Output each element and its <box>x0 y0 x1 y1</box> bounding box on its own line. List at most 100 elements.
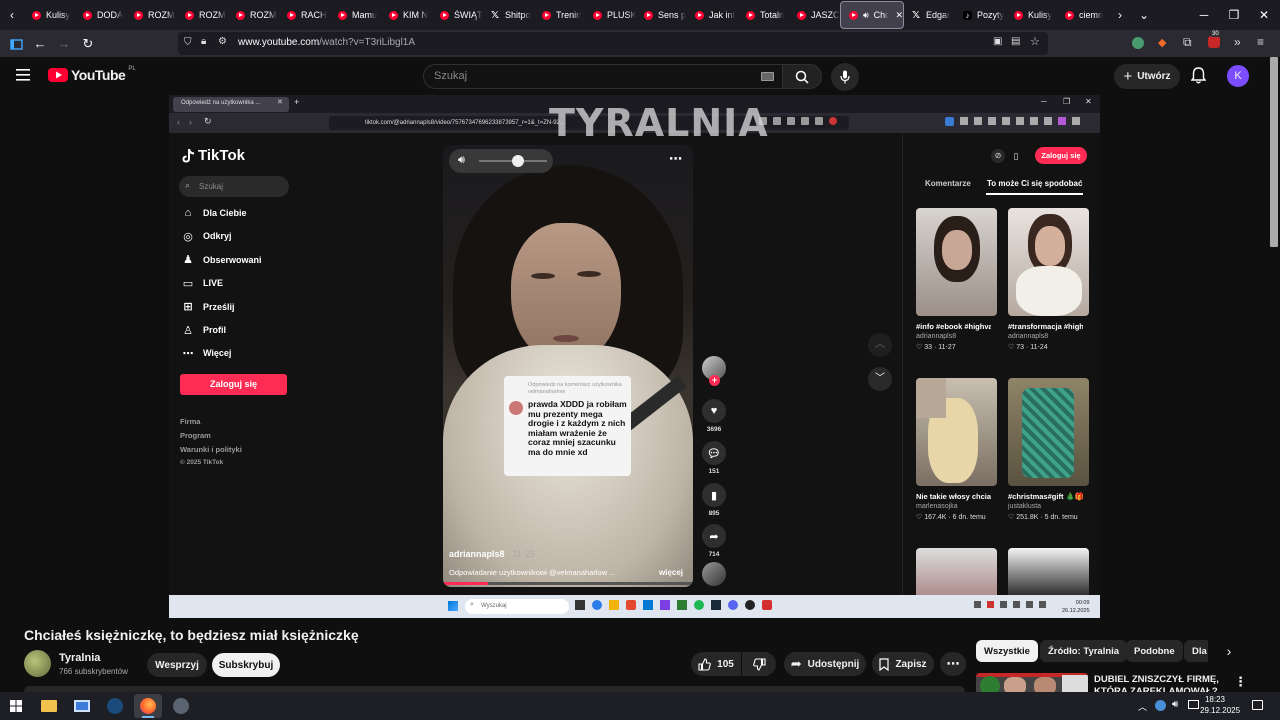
recommended-more-icon[interactable]: ⋮ <box>1234 674 1247 690</box>
restore-window-icon[interactable]: ❐ <box>1219 0 1249 30</box>
lock-icon[interactable]: 🔒︎ <box>201 36 206 47</box>
browser-tab-active[interactable]: 🔊︎ Chc ✕ <box>840 1 904 29</box>
reload-icon[interactable]: ↻ <box>76 32 100 56</box>
extension-fox-icon[interactable]: ◆ <box>1158 36 1166 49</box>
volume-icon[interactable]: 🔊︎ <box>1172 699 1178 710</box>
search-button[interactable] <box>782 64 822 89</box>
tiktok-right-panel: ⊘ ▯ Zaloguj się Komentarze To może Ci si… <box>902 133 1100 598</box>
youtube-logo[interactable]: YouTube PL <box>48 66 136 83</box>
overflow-menu-icon[interactable]: » <box>1234 35 1241 49</box>
account-avatar[interactable]: K <box>1227 65 1249 87</box>
chips-next-chevron-icon[interactable]: › <box>1218 640 1240 662</box>
browser-tab[interactable]: Trenin <box>534 1 585 29</box>
tray-app-icon[interactable] <box>1155 700 1166 711</box>
share-button[interactable]: ➦ Udostępnij <box>784 652 866 676</box>
youtube-icon <box>797 10 806 20</box>
tracking-shield-icon[interactable]: ⛉ <box>184 37 192 48</box>
card-meta: ♡ 167.4K · 6 dn. temu <box>916 514 986 521</box>
channel-name[interactable]: Tyralnia <box>59 652 100 664</box>
permissions-icon[interactable]: ⚙ <box>218 36 227 47</box>
file-explorer-button[interactable] <box>35 694 63 718</box>
tiktok-nav-item: ♙ Profil <box>181 321 301 339</box>
support-button[interactable]: Wesprzyj <box>147 653 207 677</box>
notifications-bell-icon[interactable] <box>1190 67 1207 89</box>
bookmark-star-icon[interactable]: ☆ <box>1030 35 1040 48</box>
browser-tab[interactable]: Mamu <box>330 1 381 29</box>
tab-scroll-right-icon[interactable]: › <box>1108 1 1132 29</box>
browser-tab[interactable]: DODA <box>75 1 126 29</box>
keyboard-icon[interactable] <box>761 72 774 81</box>
tab-close-icon[interactable]: ✕ <box>895 10 903 21</box>
create-button[interactable]: + Utwórz <box>1114 64 1180 89</box>
browser-tab[interactable]: Kulisy <box>1006 1 1057 29</box>
more-actions-button[interactable]: ⋯ <box>940 652 966 676</box>
network-icon[interactable] <box>1188 700 1199 709</box>
more-horizontal-icon: ⋯ <box>946 656 960 671</box>
tiktok-comment: 💬︎ 151 <box>699 441 729 475</box>
browser-tab[interactable]: ciemn <box>1057 1 1108 29</box>
chip-for-you[interactable]: Dla <box>1184 640 1208 662</box>
person-face <box>511 223 621 363</box>
firefox-button[interactable] <box>134 694 162 718</box>
forward-icon[interactable]: → <box>52 32 76 56</box>
browser-tab[interactable]: PLUSK <box>585 1 636 29</box>
chip-similar[interactable]: Podobne <box>1126 640 1183 662</box>
app-button[interactable] <box>167 694 195 718</box>
steam-button[interactable] <box>101 694 129 718</box>
notifications-icon[interactable] <box>1252 700 1263 710</box>
page-scrollbar-thumb[interactable] <box>1270 57 1278 247</box>
start-button[interactable] <box>2 694 30 718</box>
browser-tab[interactable]: ŚWIĄT <box>432 1 483 29</box>
tray-overflow-chevron-icon[interactable]: ︿ <box>1138 700 1147 713</box>
extension-shield-icon[interactable] <box>1132 37 1144 49</box>
tiktok-note-icon <box>182 148 194 162</box>
like-button[interactable]: 105 <box>691 652 741 676</box>
voice-search-button[interactable] <box>831 63 859 91</box>
tab-scroll-left-icon[interactable]: ‹ <box>0 1 24 29</box>
browser-tab[interactable]: 𝕏 Edgar <box>904 1 955 29</box>
back-icon[interactable]: ← <box>28 32 52 56</box>
browser-tab[interactable]: Jak int <box>687 1 738 29</box>
browser-tab[interactable]: RACH <box>279 1 330 29</box>
tab-list-dropdown-icon[interactable]: ⌄ <box>1132 1 1156 29</box>
card-author: marlenasojka <box>916 503 958 510</box>
subscribe-button[interactable]: Subskrybuj <box>212 653 280 677</box>
video-inner-tray-icons <box>974 601 1046 608</box>
tab-audio-icon[interactable]: 🔊︎ <box>863 10 869 21</box>
browser-tab[interactable]: ROZM <box>228 1 279 29</box>
tab-title: ROZM <box>250 10 277 20</box>
browser-tab[interactable]: ♪ Pozyty <box>955 1 1006 29</box>
card-title: #christmas#gift 🎄🎁 @Słoń <box>1008 492 1083 501</box>
browser-tab[interactable]: KIM N <box>381 1 432 29</box>
guide-menu-icon[interactable] <box>16 68 30 86</box>
url-bar[interactable]: ⛉ 🔒︎ ⚙ www.youtube.com/watch?v=T3riLibgl… <box>178 32 1048 55</box>
browser-tab[interactable]: ROZM <box>126 1 177 29</box>
recommended-video-thumbnail[interactable] <box>976 673 1088 692</box>
dislike-button[interactable] <box>742 652 776 676</box>
video-player[interactable]: Odpowiedź na użytkownika ... ✕ + ─ ❐ ✕ ‹… <box>169 95 1100 618</box>
browser-tab[interactable]: 𝕏 Shitpo <box>483 1 534 29</box>
browser-tab[interactable]: Kulisy <box>24 1 75 29</box>
browser-tab[interactable]: Sens p <box>636 1 687 29</box>
card-meta: ♡ 33 · 11-27 <box>916 344 956 351</box>
video-inner-taskbar-apps <box>575 600 772 610</box>
channel-avatar[interactable] <box>24 650 51 677</box>
browser-tab[interactable]: JASZC <box>789 1 840 29</box>
app-menu-icon[interactable]: ≡ <box>1257 35 1264 49</box>
picture-in-picture-icon[interactable]: ▣ <box>993 36 1002 47</box>
chip-all[interactable]: Wszystkie <box>976 640 1038 662</box>
browser-tab[interactable]: Totaln <box>738 1 789 29</box>
browser-tab[interactable]: ROZM <box>177 1 228 29</box>
page-scrollbar[interactable] <box>1268 57 1280 692</box>
search-input[interactable]: Szukaj <box>423 64 783 89</box>
extensions-puzzle-icon[interactable]: ⧉ <box>1183 35 1192 50</box>
minimize-window-icon[interactable]: ─ <box>1189 0 1219 30</box>
sidebar-toggle-icon[interactable] <box>4 32 28 56</box>
ublock-icon[interactable] <box>1208 36 1220 48</box>
reader-view-icon[interactable]: ▤ <box>1011 36 1020 47</box>
chip-source[interactable]: Źródło: Tyralnia <box>1040 640 1128 662</box>
close-window-icon[interactable]: ✕ <box>1249 0 1279 30</box>
remote-desktop-button[interactable] <box>68 694 96 718</box>
system-clock[interactable]: 18:23 29.12.2025 <box>1200 694 1240 716</box>
save-button[interactable]: Zapisz <box>872 652 934 676</box>
